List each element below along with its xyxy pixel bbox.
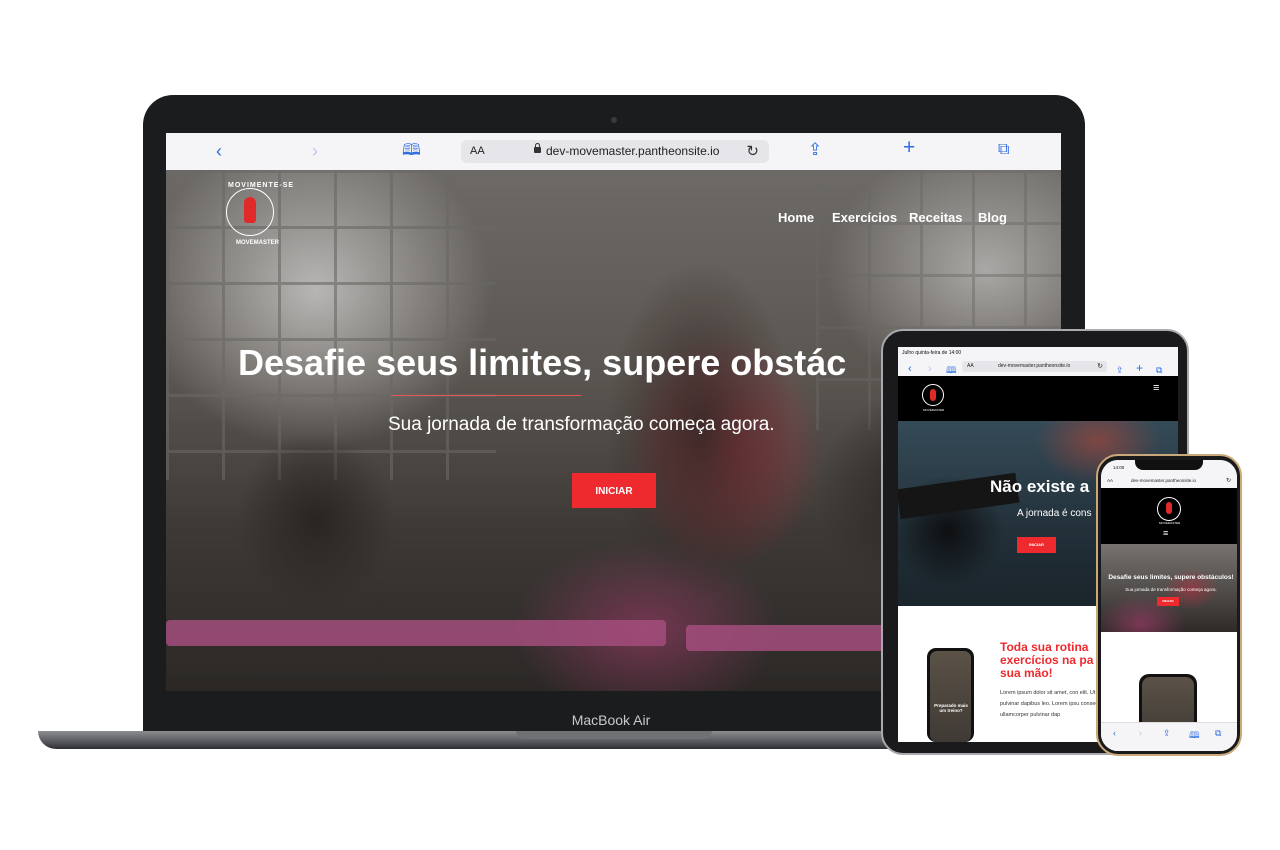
reload-icon[interactable]: ↻ [1226,474,1231,488]
phone-header: MOVEMASTER ≡ [1101,488,1237,544]
new-tab-icon[interactable]: + [903,137,915,158]
logo-sub-text: MOVEMASTER [923,408,945,412]
runner-icon [930,389,936,401]
url-text: dev-movemaster.pantheonsite.io [998,363,1071,369]
menu-icon[interactable]: ≡ [1153,382,1159,394]
bookmarks-icon[interactable]: 🕮 [402,142,421,160]
iniciar-button[interactable]: INICIAR [572,473,656,508]
phone-time: 14:00 [1113,465,1125,470]
url-text: dev-movemaster.pantheonsite.io [546,144,720,158]
back-icon[interactable]: ‹ [216,142,222,160]
tablet-status-bar: Julho quinta-feira de 14:00 [898,347,1178,358]
logo-sub-text: MOVEMASTER [1159,521,1181,525]
hero-subtitle: Sua jornada de transformação começa agor… [388,414,775,435]
forward-icon[interactable]: › [1139,728,1142,738]
tablet-status-text: Julho quinta-feira de 14:00 [902,350,962,356]
runner-icon [244,197,256,223]
logo-sub-text: MOVEMASTER [236,240,280,246]
laptop-hinge-notch [516,731,712,739]
iniciar-button[interactable]: INICIAR [1157,597,1179,606]
share-icon[interactable]: ⇪ [1163,728,1171,739]
hero-subtitle: Sua jornada de transformação começa agor… [1125,587,1217,592]
brand-logo[interactable] [1157,497,1181,521]
nav-home[interactable]: Home [778,210,814,225]
lock-icon [534,143,541,153]
laptop-camera [611,117,617,123]
back-icon[interactable]: ‹ [1113,728,1116,738]
address-bar[interactable]: AA dev-movemaster.pantheonsite.io ↻ [461,140,769,163]
url-text: dev-movemaster.pantheonsite.io [1131,478,1197,483]
phone-bottom-toolbar: ‹ › ⇪ 🕮 ⧉ [1101,722,1237,751]
tabs-icon[interactable]: ⧉ [998,141,1009,159]
phone-hero: Desafie seus limites, supere obstáculos!… [1101,544,1237,632]
safari-toolbar: ‹ › 🕮 AA dev-movemaster.pantheonsite.io … [166,133,1061,171]
new-tab-icon[interactable]: + [1136,359,1143,377]
brand-logo[interactable] [922,384,944,406]
nav-exercicios[interactable]: Exercícios [832,210,897,225]
nav-blog[interactable]: Blog [978,210,1007,225]
reload-icon[interactable]: ↻ [746,142,759,160]
hero-title: Não existe a [990,477,1090,496]
forward-icon[interactable]: › [312,142,318,160]
hero-title: Desafie seus limites, supere obstáculos! [1108,574,1234,581]
athlete-figure [236,430,396,610]
app-phone-mockup: Preparado mais um treino? [927,648,974,742]
reader-aa-button[interactable]: AA [967,361,974,372]
iniciar-button[interactable]: INICIAR [1017,537,1056,553]
tablet-address-bar[interactable]: AA dev-movemaster.pantheonsite.io ↻ [962,361,1107,372]
logo-arc-text: MOVIMENTE-SE [228,182,295,189]
share-icon[interactable]: ⇪ [808,141,822,159]
phone-caption: Preparado mais um treino? [934,703,968,713]
hero-subtitle: A jornada é cons [1017,508,1092,519]
phone-notch [1135,460,1203,470]
menu-icon[interactable]: ≡ [1163,528,1168,538]
phone-address-bar[interactable]: AA dev-movemaster.pantheonsite.io ↻ [1101,474,1237,489]
phone-screen: 14:00 AA dev-movemaster.pantheonsite.io … [1101,460,1237,751]
nav-receitas[interactable]: Receitas [909,210,962,225]
yoga-mat [166,620,666,646]
hero-divider [391,395,581,396]
brand-logo[interactable] [226,188,274,236]
app-phone-screen: Preparado mais um treino? [930,651,971,742]
bookmarks-icon[interactable]: 🕮 [1189,728,1200,744]
reader-aa-button[interactable]: AA [1107,474,1113,488]
runner-icon [1166,502,1172,514]
hero-title: Desafie seus limites, supere obstác [238,342,847,383]
tablet-header: MOVEMASTER ≡ [898,376,1178,421]
reload-icon[interactable]: ↻ [1097,361,1103,372]
tabs-icon[interactable]: ⧉ [1215,728,1221,739]
tablet-toolbar: ‹ › 🕮 AA dev-movemaster.pantheonsite.io … [898,358,1178,377]
reader-aa-button[interactable]: AA [470,145,485,157]
